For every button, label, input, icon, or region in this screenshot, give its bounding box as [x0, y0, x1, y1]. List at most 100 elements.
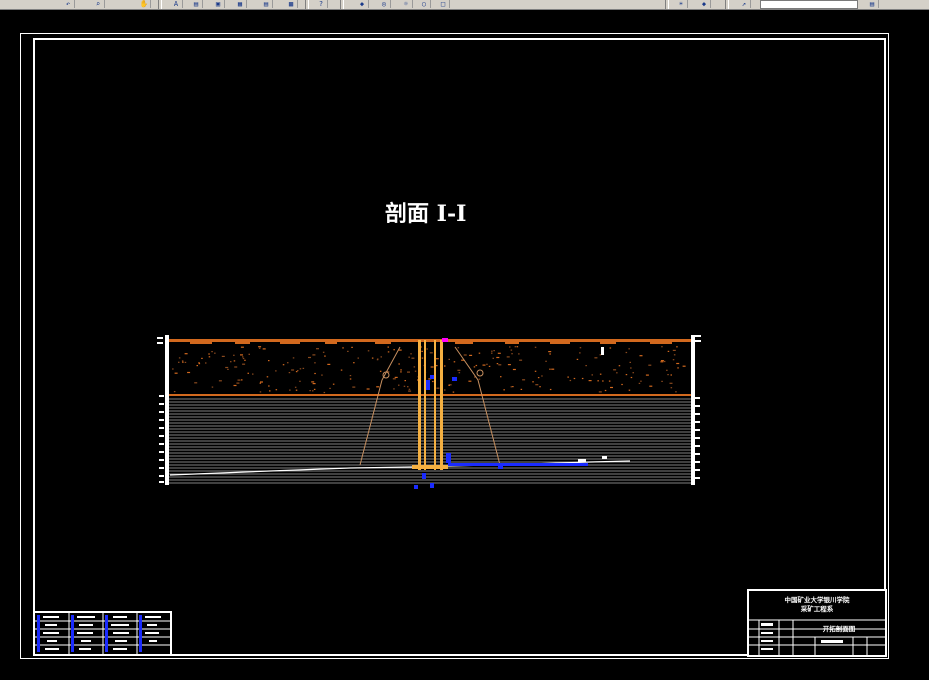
loess-hatch-mark — [498, 364, 502, 366]
loess-hatch-mark — [666, 369, 668, 371]
loess-hatch-mark — [349, 375, 352, 377]
loess-hatch-mark — [302, 367, 305, 369]
help-icon[interactable]: ? — [315, 0, 328, 8]
undo-icon[interactable]: ↶ — [62, 0, 75, 8]
toolbar-separator — [665, 0, 669, 9]
loess-hatch-mark — [576, 358, 579, 360]
loess-hatch-mark — [567, 376, 569, 378]
loess-hatch-mark — [196, 365, 198, 367]
section-title: 剖面 I-I — [385, 201, 467, 227]
loess-hatch-mark — [201, 357, 203, 359]
loess-hatch-mark — [585, 365, 587, 367]
loess-hatch-mark — [394, 376, 398, 378]
loess-hatch-mark — [259, 382, 262, 384]
loess-hatch-mark — [579, 352, 581, 354]
loess-hatch-mark — [242, 363, 246, 365]
loess-hatch-mark — [468, 380, 472, 382]
loess-hatch-mark — [436, 387, 440, 389]
loess-hatch-mark — [174, 372, 178, 374]
zoom-icon[interactable]: ⌕ — [92, 0, 105, 8]
right-column-marker — [691, 335, 695, 485]
loess-hatch-mark — [625, 374, 628, 376]
loess-hatch-mark — [444, 389, 446, 391]
loess-hatch-mark — [497, 352, 501, 354]
loess-hatch-mark — [323, 391, 326, 394]
loess-hatch-mark — [288, 372, 291, 374]
toolbar-separator — [725, 0, 729, 9]
loess-hatch-mark — [630, 367, 632, 369]
loess-hatch-mark — [569, 379, 572, 382]
layer-icon[interactable]: ▤ — [190, 0, 203, 8]
snap-icon[interactable]: ◆ — [356, 0, 369, 8]
calc-icon[interactable]: ▩ — [285, 0, 298, 8]
loess-hatch-mark — [421, 350, 423, 352]
loess-hatch-mark — [289, 389, 291, 391]
block-icon[interactable]: □ — [437, 0, 450, 8]
loess-hatch-mark — [398, 384, 400, 386]
layer-state-icon[interactable]: ☀ — [675, 0, 688, 8]
loess-hatch-mark — [407, 386, 409, 388]
loess-hatch-mark — [351, 346, 353, 348]
drawing-name: 开拓剖面图 — [822, 625, 856, 633]
loess-hatch-mark — [291, 369, 295, 371]
loess-hatch-mark — [233, 354, 235, 356]
loess-hatch-mark — [448, 384, 450, 386]
loess-hatch-mark — [403, 385, 406, 387]
loess-hatch-mark — [295, 371, 298, 373]
pan-icon[interactable]: ✋ — [138, 0, 151, 8]
loess-hatch-mark — [282, 364, 285, 366]
loess-hatch-mark — [632, 372, 634, 374]
loess-hatch-mark — [367, 350, 370, 352]
loess-hatch-mark — [500, 376, 502, 378]
loess-hatch-mark — [457, 347, 460, 349]
loess-hatch-mark — [670, 374, 672, 376]
loess-hatch-mark — [491, 350, 493, 352]
loess-hatch-mark — [667, 350, 670, 352]
dimension-icon[interactable]: ↗ — [738, 0, 751, 8]
loess-hatch-mark — [453, 361, 456, 363]
loess-hatch-mark — [182, 361, 184, 363]
layer-lock-icon[interactable]: ◆ — [698, 0, 711, 8]
loess-hatch-mark — [594, 357, 598, 359]
loess-hatch-mark — [252, 373, 254, 375]
loess-hatch-mark — [672, 349, 676, 351]
print-preview-icon[interactable]: ▤ — [866, 0, 879, 8]
loess-hatch-mark — [221, 355, 225, 357]
loess-hatch-mark — [676, 346, 678, 348]
loess-hatch-mark — [184, 353, 188, 355]
loess-hatch-mark — [588, 380, 592, 382]
loess-hatch-mark — [299, 368, 302, 370]
loess-hatch-mark — [625, 351, 628, 354]
left-column-marker — [165, 335, 169, 485]
loess-hatch-mark — [509, 346, 511, 348]
loess-hatch-mark — [322, 351, 325, 353]
loess-hatch-mark — [510, 349, 513, 351]
surface-bumps — [190, 342, 672, 344]
auxiliary-shaft-left — [434, 340, 436, 470]
loess-hatch-mark — [342, 347, 344, 349]
loess-hatch-mark — [414, 370, 417, 372]
print-icon[interactable]: ▣ — [212, 0, 225, 8]
loess-hatch-mark — [478, 352, 481, 354]
grid-icon[interactable]: ▦ — [234, 0, 247, 8]
orbit-icon[interactable]: ◎ — [378, 0, 391, 8]
loess-hatch-mark — [234, 366, 238, 368]
loess-hatch-mark — [430, 366, 434, 368]
properties-icon[interactable]: A — [170, 0, 183, 8]
loess-hatch-mark — [242, 356, 244, 358]
layer-dropdown[interactable] — [760, 0, 858, 9]
loess-hatch-mark — [535, 384, 539, 386]
loess-hatch-mark — [392, 378, 396, 380]
loess-hatch-mark — [266, 376, 269, 378]
loess-hatch-mark — [410, 353, 412, 355]
light-icon[interactable]: ☼ — [400, 0, 413, 8]
table-icon[interactable]: ▤ — [260, 0, 273, 8]
loess-hatch-mark — [324, 355, 326, 357]
loess-hatch-mark — [208, 353, 210, 355]
match-icon[interactable]: ○ — [418, 0, 431, 8]
loess-hatch-mark — [604, 389, 607, 392]
loess-hatch-mark — [493, 350, 495, 352]
toolbar-separator — [158, 0, 162, 9]
loess-hatch-mark — [618, 365, 621, 367]
loess-hatch-mark — [225, 366, 229, 369]
